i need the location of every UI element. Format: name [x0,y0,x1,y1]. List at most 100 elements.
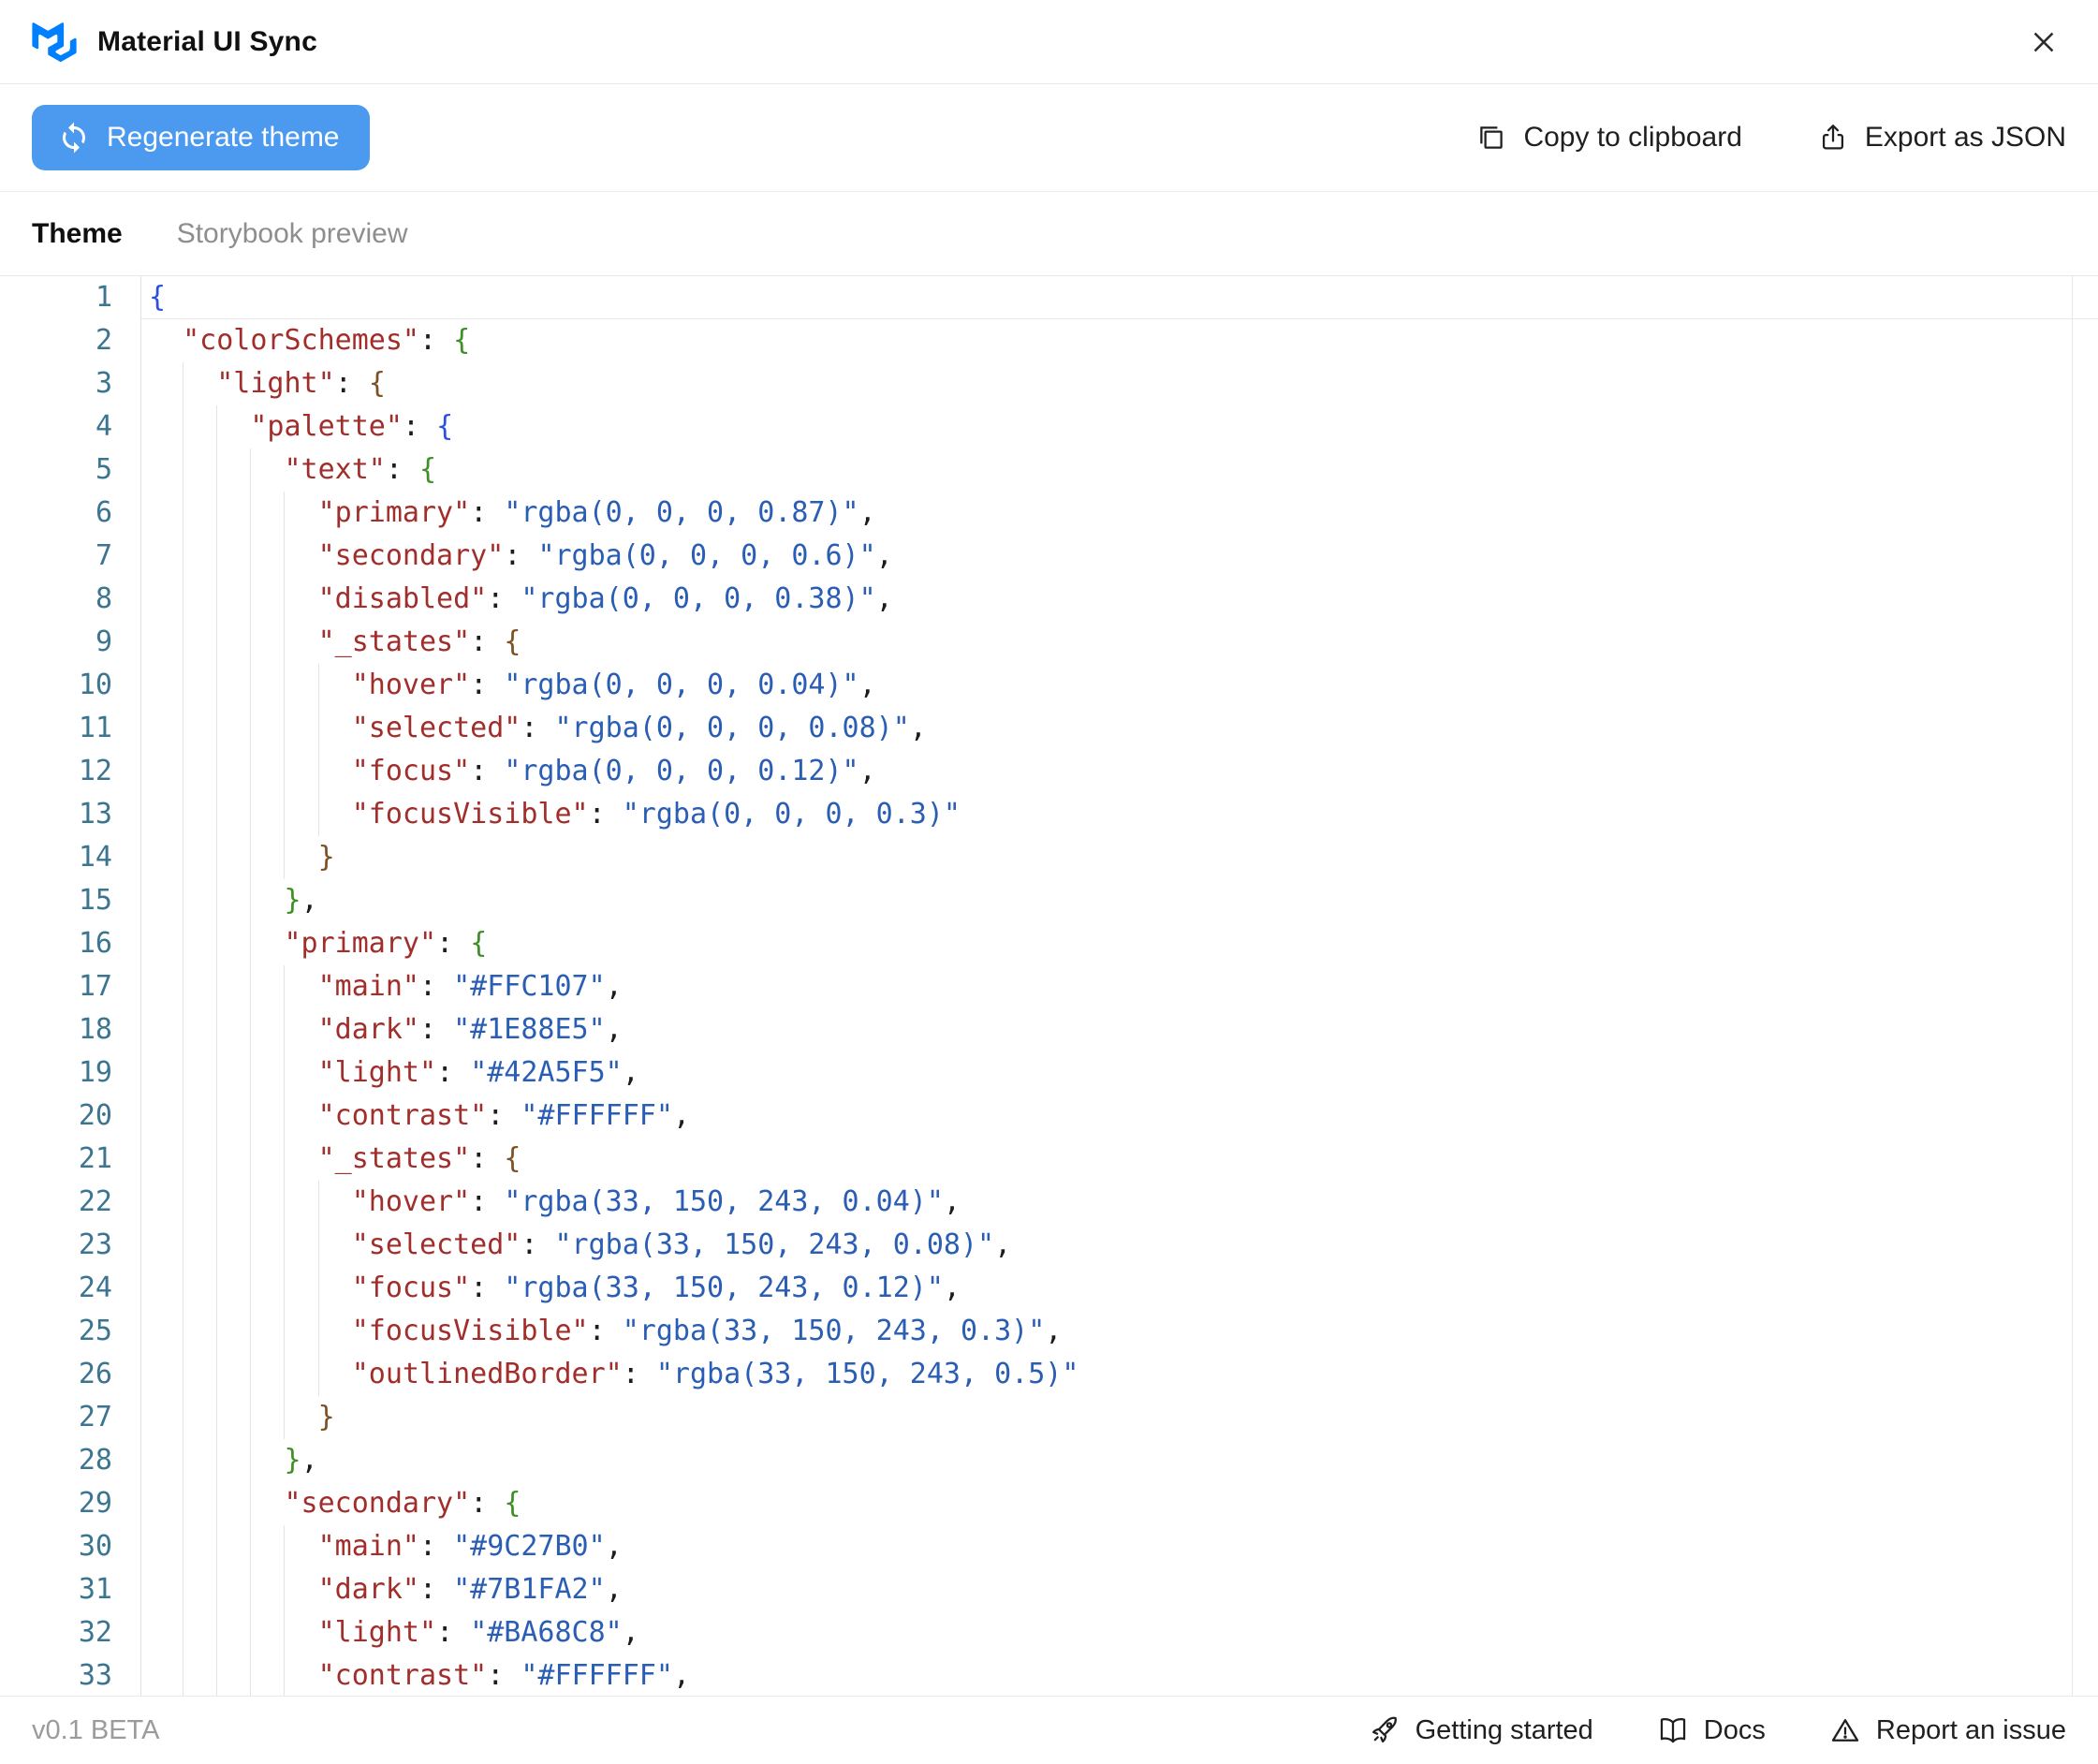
indent-guide [216,1267,217,1310]
indent-guide [284,1008,285,1051]
line-number: 28 [0,1439,141,1482]
code-token: , [606,1530,623,1563]
code-token: "disabled" [318,582,488,615]
line-number: 3 [0,362,141,405]
code-content[interactable]: "focus": "rgba(0, 0, 0, 0.12)", [141,750,2098,793]
code-content[interactable]: "disabled": "rgba(0, 0, 0, 0.38)", [141,578,2098,621]
indent-guide [318,707,319,750]
code-content[interactable]: "text": { [141,448,2098,492]
code-token: , [994,1228,1011,1261]
export-as-json-button[interactable]: Export as JSON [1817,122,2066,154]
book-icon [1657,1714,1689,1746]
code-content[interactable]: "focus": "rgba(33, 150, 243, 0.12)", [141,1267,2098,1310]
code-content[interactable]: "_states": { [141,621,2098,664]
code-token: "rgba(0, 0, 0, 0.3)" [623,798,961,831]
line-number: 5 [0,448,141,492]
code-content[interactable]: "light": "#42A5F5", [141,1051,2098,1095]
indent-guide [318,1353,319,1396]
code-token: "_states" [318,1142,471,1175]
code-content[interactable]: "contrast": "#FFFFFF", [141,1095,2098,1138]
code-content[interactable]: "hover": "rgba(0, 0, 0, 0.04)", [141,664,2098,707]
code-lines[interactable]: 1{2 "colorSchemes": {3 "light": {4 "pale… [0,276,2098,1696]
indent-guide [216,1482,217,1525]
code-token: : [487,1659,521,1692]
indent-guide [250,793,251,836]
code-content[interactable]: "light": "#BA68C8", [141,1611,2098,1654]
code-content[interactable]: "dark": "#7B1FA2", [141,1568,2098,1611]
line-number: 10 [0,664,141,707]
code-token [149,1099,318,1132]
code-content[interactable]: "primary": "rgba(0, 0, 0, 0.87)", [141,492,2098,535]
code-token: "#7B1FA2" [453,1573,606,1606]
indent-guide [250,1051,251,1095]
code-content[interactable]: "main": "#9C27B0", [141,1525,2098,1568]
indent-guide [250,1525,251,1568]
code-token: , [859,755,876,787]
code-token: "secondary" [318,539,505,572]
tab-storybook-preview[interactable]: Storybook preview [177,218,408,250]
code-line: 3 "light": { [0,362,2098,405]
code-content[interactable]: "secondary": { [141,1482,2098,1525]
footer-links: Getting started Docs [1369,1714,2066,1746]
report-an-issue-link[interactable]: Report an issue [1829,1714,2066,1746]
code-content[interactable]: "_states": { [141,1138,2098,1181]
line-number: 26 [0,1353,141,1396]
code-content[interactable]: "dark": "#1E88E5", [141,1008,2098,1051]
code-content[interactable]: "selected": "rgba(33, 150, 243, 0.08)", [141,1224,2098,1267]
code-content[interactable]: "primary": { [141,922,2098,965]
code-token: "primary" [318,496,471,529]
code-token: { [369,367,386,400]
line-number: 1 [0,276,141,319]
code-content[interactable]: }, [141,1439,2098,1482]
getting-started-link[interactable]: Getting started [1369,1714,1593,1746]
code-content[interactable]: "light": { [141,362,2098,405]
line-number: 7 [0,535,141,578]
code-content[interactable]: } [141,1396,2098,1439]
code-content[interactable]: "palette": { [141,405,2098,448]
indent-guide [250,750,251,793]
tab-theme[interactable]: Theme [32,218,123,250]
code-token: "#42A5F5" [470,1056,623,1089]
code-content[interactable]: "selected": "rgba(0, 0, 0, 0.08)", [141,707,2098,750]
code-content[interactable]: "focusVisible": "rgba(0, 0, 0, 0.3)" [141,793,2098,836]
code-content[interactable]: }, [141,879,2098,922]
line-number: 6 [0,492,141,535]
indent-guide [284,1138,285,1181]
code-content[interactable]: "main": "#FFC107", [141,965,2098,1008]
code-line: 5 "text": { [0,448,2098,492]
indent-guide [284,578,285,621]
code-content[interactable]: "secondary": "rgba(0, 0, 0, 0.6)", [141,535,2098,578]
docs-link[interactable]: Docs [1657,1714,1766,1746]
indent-guide [250,1138,251,1181]
code-token: : [436,1056,470,1089]
code-token: : [419,970,453,1003]
indent-guide [284,1611,285,1654]
code-token [149,1013,318,1046]
indent-guide [250,1654,251,1696]
code-content[interactable]: } [141,836,2098,879]
code-token: : [521,712,554,744]
line-number: 23 [0,1224,141,1267]
code-content[interactable]: "hover": "rgba(33, 150, 243, 0.04)", [141,1181,2098,1224]
getting-started-label: Getting started [1416,1715,1593,1746]
indent-guide [250,1439,251,1482]
code-content[interactable]: "colorSchemes": { [141,319,2098,362]
close-button[interactable] [2021,20,2066,65]
code-content[interactable]: "focusVisible": "rgba(33, 150, 243, 0.3)… [141,1310,2098,1353]
code-token: , [623,1616,639,1649]
indent-guide [318,1267,319,1310]
code-line: 12 "focus": "rgba(0, 0, 0, 0.12)", [0,750,2098,793]
copy-to-clipboard-button[interactable]: Copy to clipboard [1475,122,1741,154]
indent-guide [216,707,217,750]
indent-guide [216,1439,217,1482]
code-token: , [301,884,318,917]
tab-bar: Theme Storybook preview [0,192,2098,276]
code-content[interactable]: "contrast": "#FFFFFF", [141,1654,2098,1696]
code-token: , [876,539,893,572]
code-token: "secondary" [285,1487,471,1520]
code-content[interactable]: { [141,276,2098,319]
regenerate-theme-button[interactable]: Regenerate theme [32,105,370,170]
regenerate-theme-label: Regenerate theme [107,122,340,154]
indent-guide [318,793,319,836]
code-content[interactable]: "outlinedBorder": "rgba(33, 150, 243, 0.… [141,1353,2098,1396]
